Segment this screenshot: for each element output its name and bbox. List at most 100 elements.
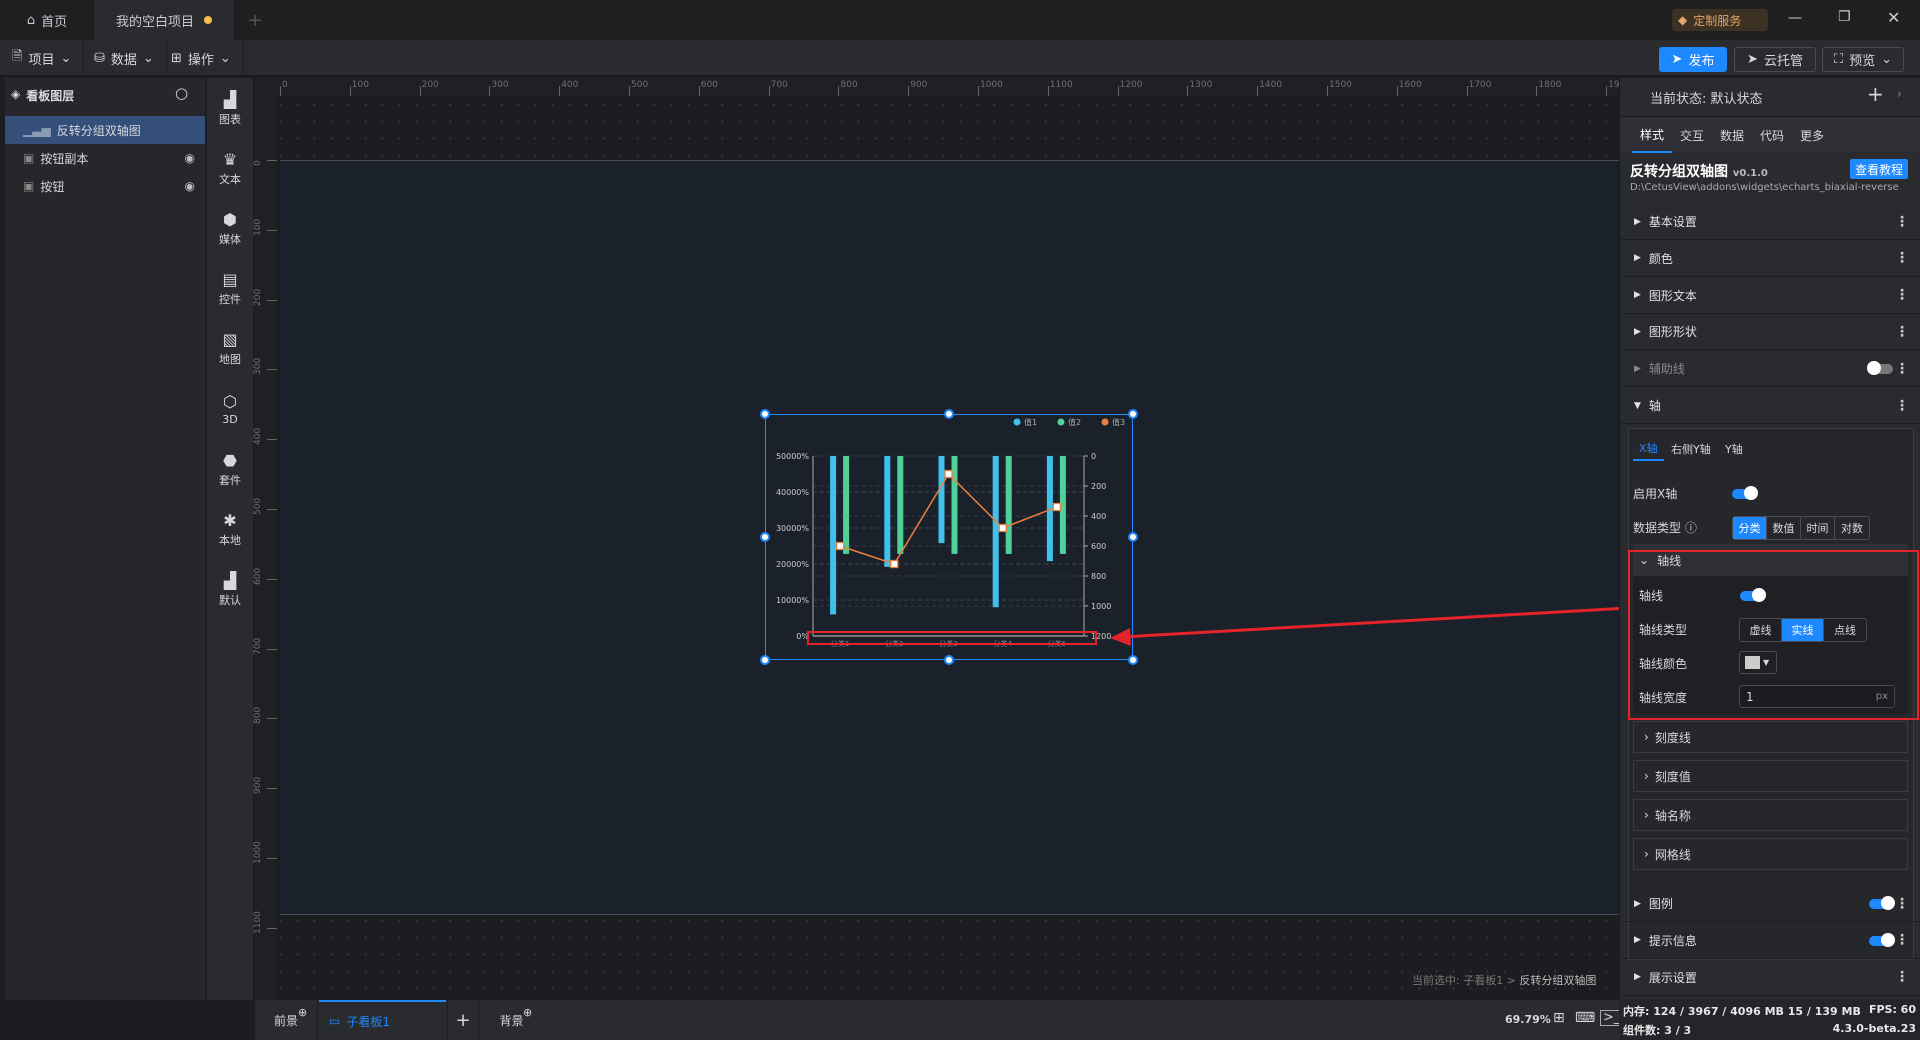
tutorial-button[interactable]: 查看教程 (1850, 159, 1908, 179)
close-button[interactable]: ✕ (1887, 8, 1900, 27)
bar-值1-分类1[interactable] (830, 456, 837, 615)
keyboard-icon[interactable]: ⌨ (1575, 1010, 1595, 1026)
hidden-eye-icon[interactable]: ◉ (185, 179, 195, 193)
bar-值1-分类2[interactable] (884, 456, 891, 567)
resize-handle[interactable] (1128, 655, 1138, 665)
layer-item[interactable]: ▣ 按钮副本 ◉ (5, 144, 205, 172)
legend-marker[interactable] (1101, 418, 1109, 426)
legend-label[interactable]: 值2 (1068, 417, 1081, 427)
resize-handle[interactable] (1128, 409, 1138, 419)
section-header[interactable]: ▶ 基本设置 ⋮ (1620, 204, 1920, 240)
tab-home[interactable]: ⌂ 首页 (0, 0, 94, 40)
section-toggle[interactable] (1867, 361, 1893, 376)
resize-handle[interactable] (760, 655, 770, 665)
property-tab[interactable]: 交互 (1672, 117, 1712, 153)
background-tab[interactable]: 背景 (480, 1000, 543, 1040)
section-header[interactable]: ▶ 提示信息 ⋮ (1620, 923, 1920, 959)
new-tab-button[interactable]: + (240, 0, 270, 40)
more-icon[interactable]: ⋮ (1895, 398, 1909, 414)
section-header[interactable]: ▶ 辅助线 ⋮ (1620, 351, 1920, 388)
section-toggle[interactable] (1869, 896, 1895, 910)
project-menu[interactable]: 🗎 项目 ⌄ (0, 40, 85, 76)
add-foreground-icon[interactable]: ⊕ (298, 1006, 307, 1019)
layer-item[interactable]: ▁▃▅ 反转分组双轴图 (5, 116, 205, 144)
resize-handle[interactable] (944, 409, 954, 419)
more-icon[interactable]: ⋮ (1895, 287, 1909, 303)
axis-tab[interactable]: X轴 (1633, 437, 1664, 461)
board-tab-active[interactable]: ▭ 子看板1 (319, 1000, 446, 1040)
resize-handle[interactable] (760, 532, 770, 542)
more-icon[interactable]: ⋮ (1895, 969, 1909, 985)
subsection-header[interactable]: › 网格线 (1633, 838, 1908, 870)
component-category-0[interactable]: ▟ 图表 (207, 81, 253, 135)
section-toggle[interactable] (1869, 932, 1895, 947)
axis-tab[interactable]: 右侧Y轴 (1665, 437, 1717, 461)
add-state-button[interactable]: + (1867, 82, 1884, 106)
property-tab[interactable]: 代码 (1752, 117, 1792, 153)
line-point-分类2[interactable] (890, 559, 899, 569)
legend-marker[interactable] (1057, 418, 1065, 426)
component-category-5[interactable]: ⬡ 3D (207, 382, 253, 436)
add-background-icon[interactable]: ⊕ (523, 1006, 532, 1019)
component-category-1[interactable]: ♛ 文本 (207, 141, 253, 195)
line-point-分类1[interactable] (835, 541, 845, 551)
more-icon[interactable]: ⋮ (1895, 214, 1909, 230)
legend-label[interactable]: 值1 (1024, 417, 1037, 427)
component-category-6[interactable]: ⬣ 套件 (207, 442, 253, 496)
axis-tab[interactable]: Y轴 (1719, 437, 1749, 461)
tab-project[interactable]: 我的空白项目 (94, 0, 234, 40)
line-point-分类3[interactable] (944, 469, 953, 479)
section-header[interactable]: ▶ 展示设置 ⋮ (1620, 960, 1920, 996)
component-category-4[interactable]: ▧ 地图 (207, 322, 253, 376)
component-category-7[interactable]: ✱ 本地 (207, 502, 253, 556)
publish-button[interactable]: ➤ 发布 (1659, 47, 1727, 72)
add-board-button[interactable]: + (447, 1000, 479, 1040)
custom-service-button[interactable]: ◆ 定制服务 (1672, 9, 1768, 31)
line-point-分类5[interactable] (1052, 502, 1062, 512)
data-type-option[interactable]: 对数 (1835, 517, 1869, 539)
section-header[interactable]: ▶ 图形文本 ⋮ (1620, 278, 1920, 314)
chevron-right-icon[interactable]: › (1897, 87, 1902, 101)
operate-menu[interactable]: ⊞ 操作 ⌄ (159, 40, 244, 76)
property-tab[interactable]: 更多 (1792, 117, 1832, 153)
bar-值2-分类2[interactable] (897, 456, 904, 554)
data-type-option[interactable]: 数值 (1767, 517, 1801, 539)
subsection-header[interactable]: › 刻度值 (1633, 760, 1908, 792)
property-tab[interactable]: 数据 (1712, 117, 1752, 153)
section-header[interactable]: ▼ 轴 ⋮ (1620, 388, 1920, 424)
data-type-option[interactable]: 时间 (1801, 517, 1835, 539)
component-category-2[interactable]: ⬢ 媒体 (207, 201, 253, 255)
subsection-header[interactable]: › 刻度线 (1633, 721, 1908, 753)
legend-marker[interactable] (1013, 418, 1021, 426)
section-header[interactable]: ▶ 图形形状 ⋮ (1620, 314, 1920, 351)
preview-button[interactable]: ⛶ 预览 ⌄ (1822, 47, 1904, 72)
section-header[interactable]: ▶ 图例 ⋮ (1620, 886, 1920, 922)
restore-button[interactable]: ❐ (1838, 9, 1851, 25)
chart-widget[interactable]: 0% 10000% 20000% 30000% 40000% 50000% 0 200 400 6… (765, 414, 1133, 660)
property-tab[interactable]: 样式 (1632, 117, 1672, 153)
subsection-header[interactable]: › 轴名称 (1633, 799, 1908, 831)
cloud-host-button[interactable]: ➤ 云托管 (1734, 47, 1816, 72)
layer-item[interactable]: ▣ 按钮 ◉ (5, 172, 205, 200)
line-point-分类4[interactable] (998, 523, 1007, 533)
more-icon[interactable]: ⋮ (1895, 932, 1909, 948)
section-header[interactable]: ▶ 颜色 ⋮ (1620, 241, 1920, 277)
more-icon[interactable]: ⋮ (1895, 361, 1909, 377)
foreground-tab[interactable]: 前景 (255, 1000, 318, 1040)
bar-值1-分类4[interactable] (992, 456, 999, 608)
fit-screen-icon[interactable]: ⊞ (1553, 1010, 1565, 1026)
enable-x-toggle[interactable] (1732, 486, 1758, 500)
help-icon[interactable]: ⓘ (1685, 521, 1697, 535)
search-icon[interactable]: ○ (175, 84, 188, 102)
component-category-3[interactable]: ▤ 控件 (207, 262, 253, 316)
bar-值1-分类3[interactable] (938, 456, 945, 544)
bar-值2-分类1[interactable] (843, 456, 850, 554)
data-type-option[interactable]: 分类 (1733, 517, 1767, 539)
resize-handle[interactable] (1128, 532, 1138, 542)
hidden-eye-icon[interactable]: ◉ (185, 151, 195, 165)
component-category-8[interactable]: ▟ 默认 (207, 563, 253, 617)
data-menu[interactable]: ⛁ 数据 ⌄ (82, 40, 167, 76)
bar-值2-分类4[interactable] (1005, 456, 1012, 554)
resize-handle[interactable] (944, 655, 954, 665)
more-icon[interactable]: ⋮ (1895, 324, 1909, 340)
